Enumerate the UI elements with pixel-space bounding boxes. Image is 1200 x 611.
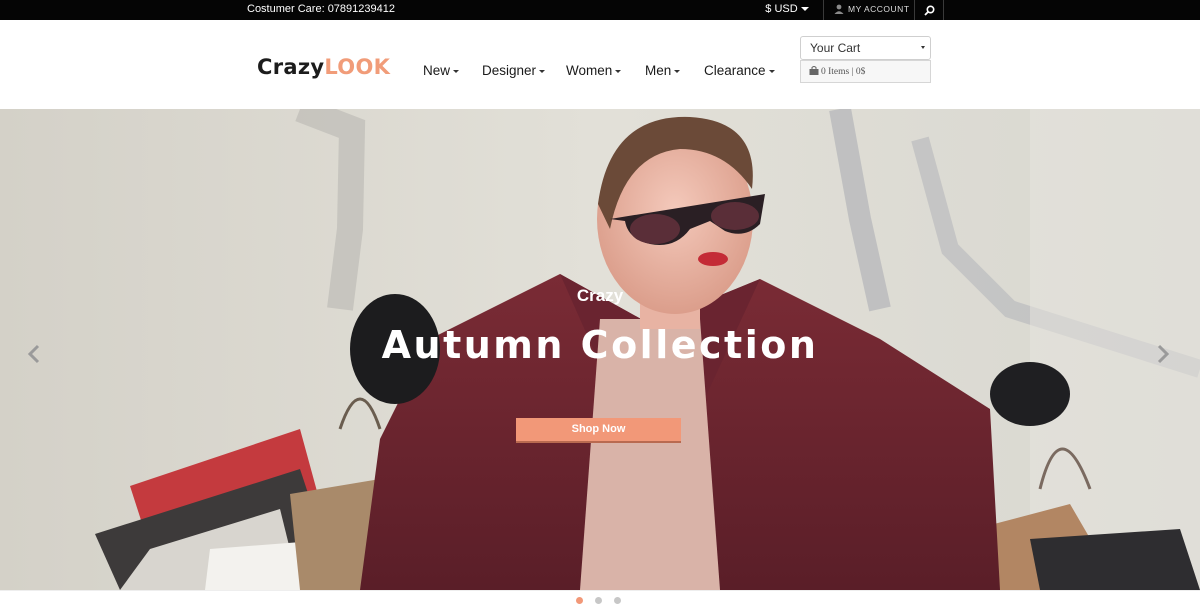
- logo-look: LOOK: [324, 55, 391, 79]
- search-icon: [923, 4, 935, 16]
- hero-carousel: Crazy Autumn Collection Shop Now: [0, 109, 1200, 590]
- top-bar: Costumer Care: 07891239412 $ USD MY ACCO…: [0, 0, 1200, 20]
- nav-item-men[interactable]: Men: [645, 63, 681, 83]
- caret-down-icon: [539, 69, 546, 73]
- nav-item-new[interactable]: New: [423, 63, 460, 83]
- user-icon: [834, 4, 844, 14]
- cart-summary[interactable]: 0 Items | 0$: [800, 60, 931, 83]
- cart-label: Your Cart: [810, 41, 861, 55]
- nav-label: Men: [645, 63, 672, 78]
- carousel-pagination: [0, 590, 1200, 611]
- caret-down-icon: [453, 69, 460, 73]
- my-account-label: MY ACCOUNT: [848, 4, 910, 14]
- nav-item-clearance[interactable]: Clearance: [704, 63, 775, 83]
- cart-summary-text: 0 Items | 0$: [821, 67, 866, 77]
- caret-down-icon: [674, 69, 681, 73]
- caret-down-icon: [800, 7, 809, 12]
- logo-crazy: Crazy: [257, 55, 325, 79]
- carousel-dot-1[interactable]: [576, 597, 583, 604]
- nav-item-designer[interactable]: Designer: [482, 63, 546, 83]
- hero-headline: Autumn Collection: [381, 323, 819, 367]
- caret-down-icon: [768, 69, 775, 73]
- nav-label: Designer: [482, 63, 537, 78]
- carousel-dot-3[interactable]: [614, 597, 621, 604]
- my-account-link[interactable]: MY ACCOUNT: [823, 0, 915, 20]
- carousel-dot-2[interactable]: [595, 597, 602, 604]
- currency-dropdown[interactable]: $ USD: [752, 0, 822, 20]
- site-logo[interactable]: CrazyLOOK: [257, 55, 390, 79]
- hero-kicker: Crazy: [576, 286, 624, 305]
- customer-care-text: Costumer Care: 07891239412: [247, 3, 395, 15]
- nav-label: Women: [566, 63, 613, 78]
- shopping-bag-icon: [809, 66, 819, 75]
- caret-down-icon: [921, 46, 925, 49]
- shop-now-button[interactable]: Shop Now: [516, 418, 681, 441]
- site-header: CrazyLOOK New Designer Women Men Clearan…: [0, 20, 1200, 109]
- nav-label: Clearance: [704, 63, 766, 78]
- caret-down-icon: [615, 69, 622, 73]
- currency-label: $ USD: [765, 3, 798, 15]
- nav-label: New: [423, 63, 451, 78]
- nav-item-women[interactable]: Women: [566, 63, 622, 83]
- search-button[interactable]: [915, 0, 944, 20]
- cart-dropdown[interactable]: Your Cart: [800, 36, 931, 60]
